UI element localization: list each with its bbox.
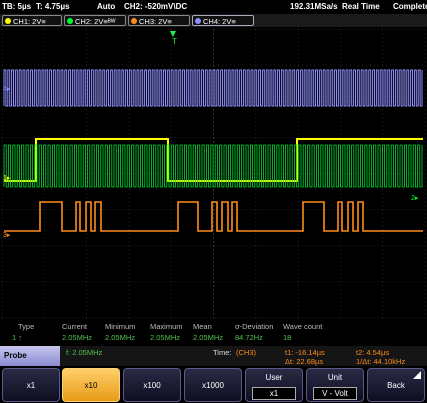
cursor-inverse-delta-t: 1/Δt: 44.10kHz <box>356 357 406 366</box>
trigger-source[interactable]: CH2: -520mV\DC <box>124 2 187 11</box>
probe-menu-title: Probe <box>0 346 60 366</box>
ch4-color-icon <box>195 18 201 24</box>
channel-tab-ch4[interactable]: CH4: 2V≡ <box>192 15 254 26</box>
ch2-level-marker[interactable]: 2▸ <box>411 195 419 202</box>
status-bar: TB: 5µs T: 4.75µs Auto CH2: -520mV\DC 19… <box>0 0 427 14</box>
frequency-readout: f: 2.05MHz <box>66 348 103 357</box>
ch3-ground-marker[interactable]: 3▸ <box>3 232 11 239</box>
cursor-t2[interactable]: t2: 4.54µs <box>356 348 389 357</box>
acquisition-mode: Real Time <box>342 2 380 11</box>
back-button[interactable]: Back <box>367 368 425 402</box>
meas-value-current: 2.05MHz <box>62 333 93 342</box>
meas-value-wave-count: 18 <box>283 333 292 342</box>
cursor-channel[interactable]: (CH3) <box>236 348 256 357</box>
cursor-t1[interactable]: t1: -16.14µs <box>285 348 325 357</box>
meas-value-type: 1 ↑ <box>12 333 23 342</box>
info-strip: f: 2.05MHz Time: (CH3) t1: -16.14µs t2: … <box>0 346 427 366</box>
meas-header-current: Current <box>62 322 88 331</box>
attenuation-x100-button[interactable]: x100 <box>123 368 181 402</box>
user-attenuation-value: x1 <box>252 387 296 400</box>
attenuation-x1-button[interactable]: x1 <box>2 368 60 402</box>
meas-header-maximum: Maximum <box>150 322 183 331</box>
ch1-ground-marker[interactable]: 1▸ <box>3 175 11 182</box>
cursor-delta-t: Δt: 22.68µs <box>285 357 324 366</box>
meas-value-minimum: 2.05MHz <box>105 333 136 342</box>
measurement-panel: Type Current Minimum Maximum Mean σ-Devi… <box>0 320 427 346</box>
timebase-readout[interactable]: TB: 5µs <box>2 2 31 11</box>
ch2-color-icon <box>67 18 73 24</box>
softkey-bar: x1 x10 x100 x1000 User x1 Unit V - Volt … <box>0 366 427 403</box>
sample-rate: 192.31MSa/s <box>290 2 338 11</box>
channel-tabs: CH1: 2V≡ CH2: 2V≡ᴮᵂ CH3: 2V≡ CH4: 2V≡ <box>0 14 427 27</box>
unit-value: V - Volt <box>313 387 357 400</box>
ch4-ground-marker[interactable]: 4▸ <box>3 86 11 93</box>
meas-value-mean: 2.05MHz <box>193 333 224 342</box>
meas-header-wave-count: Wave count <box>283 322 323 331</box>
attenuation-x10-button[interactable]: x10 <box>62 368 120 402</box>
meas-value-maximum: 2.05MHz <box>150 333 181 342</box>
meas-header-type: Type <box>18 322 35 331</box>
meas-header-minimum: Minimum <box>105 322 136 331</box>
return-arrow-icon <box>413 371 421 379</box>
trigger-mode[interactable]: Auto <box>97 2 115 11</box>
ch1-color-icon <box>5 18 11 24</box>
waveform-canvas[interactable]: T 1▸ 3▸ 2▸ 4▸ <box>0 27 427 344</box>
meas-value-deviation: 84.72Hz <box>235 333 263 342</box>
meas-header-mean: Mean <box>193 322 212 331</box>
user-attenuation-button[interactable]: User x1 <box>245 368 303 402</box>
attenuation-x1000-button[interactable]: x1000 <box>184 368 242 402</box>
trigger-position-marker[interactable]: T <box>172 37 177 46</box>
ch3-color-icon <box>131 18 137 24</box>
channel-tab-ch1[interactable]: CH1: 2V≡ <box>2 15 62 26</box>
meas-header-deviation: σ-Deviation <box>235 322 274 331</box>
channel-tab-ch3[interactable]: CH3: 2V≡ <box>128 15 190 26</box>
channel-tab-ch2[interactable]: CH2: 2V≡ᴮᵂ <box>64 15 126 26</box>
unit-button[interactable]: Unit V - Volt <box>306 368 364 402</box>
trigger-offset-readout[interactable]: T: 4.75µs <box>36 2 70 11</box>
ch2-waveform <box>3 144 423 188</box>
ch4-waveform <box>3 69 423 107</box>
cursor-time-label: Time: <box>213 348 232 357</box>
acquisition-state: Complete <box>393 2 427 11</box>
waveform-display[interactable]: T 1▸ 3▸ 2▸ 4▸ <box>0 27 427 344</box>
